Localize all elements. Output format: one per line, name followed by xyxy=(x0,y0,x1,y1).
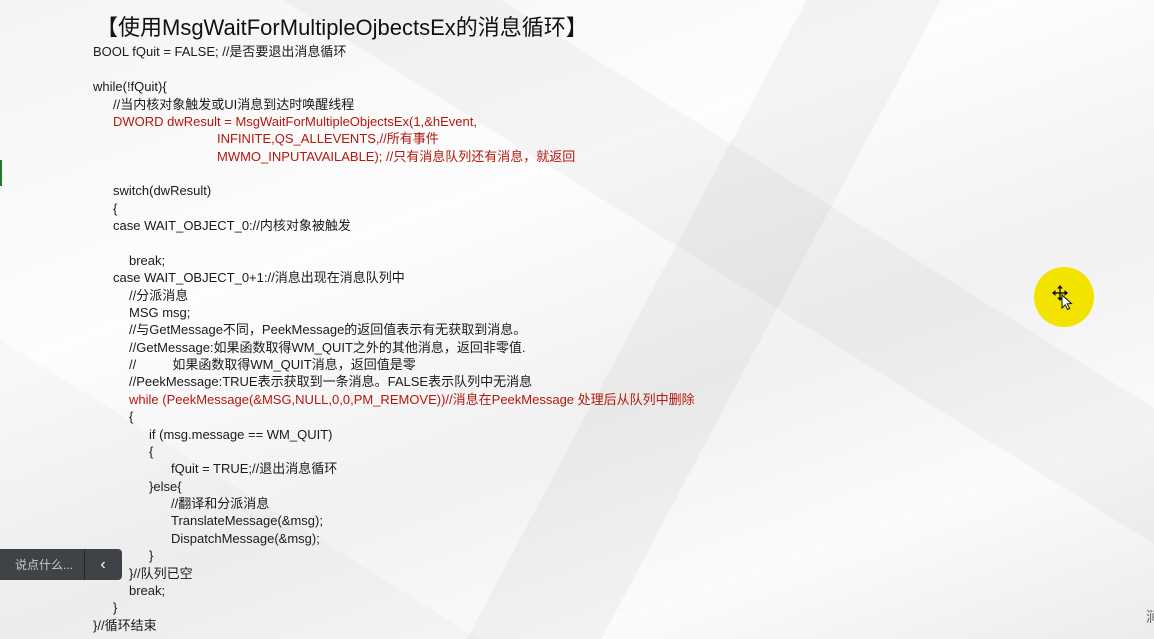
code-line: if (msg.message == WM_QUIT) xyxy=(149,427,333,442)
code-line: }//循环结束 xyxy=(93,618,157,633)
chevron-left-icon: ‹ xyxy=(100,555,106,573)
code-line: //PeekMessage:TRUE表示获取到一条消息。FALSE表示队列中无消… xyxy=(129,374,533,389)
code-line: INFINITE,QS_ALLEVENTS,//所有事件 xyxy=(217,131,439,146)
comment-bar: ‹ xyxy=(0,549,122,580)
corner-glyph: 涧 xyxy=(1146,609,1154,625)
code-line: switch(dwResult) xyxy=(113,183,212,198)
code-line: //分派消息 xyxy=(129,288,189,303)
move-cursor-icon xyxy=(1052,285,1073,310)
code-line: while(!fQuit){ xyxy=(93,79,167,94)
code-line: }else{ xyxy=(149,479,182,494)
code-line: DispatchMessage(&msg); xyxy=(171,531,320,546)
code-line: //GetMessage:如果函数取得WM_QUIT之外的其他消息，返回非零值. xyxy=(129,340,526,355)
code-line: TranslateMessage(&msg); xyxy=(171,513,323,528)
code-line: { xyxy=(149,444,154,459)
code-line: case WAIT_OBJECT_0://内核对象被触发 xyxy=(113,218,351,233)
cursor-highlight xyxy=(1034,267,1094,327)
code-block: BOOL fQuit = FALSE; //是否要退出消息循环 while(!f… xyxy=(0,0,1154,639)
code-line: } xyxy=(149,548,154,563)
code-line: }//队列已空 xyxy=(129,566,193,581)
code-line: case WAIT_OBJECT_0+1://消息出现在消息队列中 xyxy=(113,270,405,285)
code-line: { xyxy=(129,409,134,424)
code-line: { xyxy=(113,201,118,216)
code-line: MWMO_INPUTAVAILABLE); //只有消息队列还有消息，就返回 xyxy=(217,149,576,164)
collapse-button[interactable]: ‹ xyxy=(85,549,121,580)
code-line: break; xyxy=(129,583,166,598)
code-line: MSG msg; xyxy=(129,305,191,320)
code-line: DWORD dwResult = MsgWaitForMultipleObjec… xyxy=(113,114,477,129)
code-line: while (PeekMessage(&MSG,NULL,0,0,PM_REMO… xyxy=(129,392,695,407)
code-line: //与GetMessage不同，PeekMessage的返回值表示有无获取到消息… xyxy=(129,322,527,337)
code-line: break; xyxy=(129,253,166,268)
code-line: fQuit = TRUE;//退出消息循环 xyxy=(171,461,338,476)
code-line: BOOL fQuit = FALSE; //是否要退出消息循环 xyxy=(93,44,347,59)
comment-input[interactable] xyxy=(0,549,84,580)
code-line: } xyxy=(113,600,118,615)
code-line: //当内核对象触发或UI消息到达时唤醒线程 xyxy=(113,97,355,112)
code-line: // 如果函数取得WM_QUIT消息，返回值是零 xyxy=(129,357,416,372)
code-line: //翻译和分派消息 xyxy=(171,496,270,511)
